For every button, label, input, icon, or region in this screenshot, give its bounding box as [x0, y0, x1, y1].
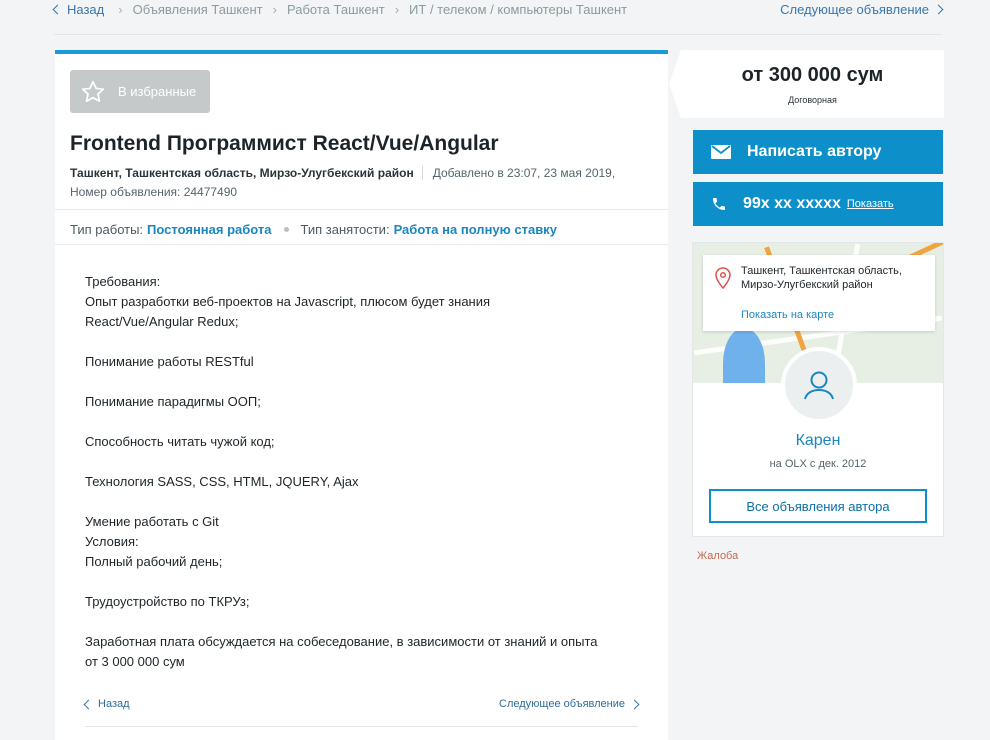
next-ad-label: Следующее объявление [499, 698, 625, 710]
divider [85, 726, 638, 727]
param-label-employment: Тип занятости: [300, 222, 390, 237]
description-line: Умение работать с Git [85, 514, 219, 529]
envelope-icon [711, 145, 731, 159]
next-ad-label: Следующее объявление [780, 1, 929, 17]
chevron-right-icon [933, 4, 944, 14]
description-line [85, 372, 645, 392]
description-line: от 3 000 000 сум [85, 654, 185, 669]
map-address: Ташкент, Ташкентская область, Мирзо-Улуг… [741, 265, 902, 291]
chevron-left-icon [52, 4, 63, 14]
phone-number: 99x xx xxxxx [743, 195, 841, 212]
map-water [723, 328, 765, 383]
favorite-button[interactable]: В избранные [70, 70, 210, 113]
chevron-right-icon [629, 699, 640, 709]
description-line [85, 332, 645, 352]
breadcrumb-item-work[interactable]: Работа Ташкент [287, 2, 385, 17]
description-line: Понимание работы RESTful [85, 354, 254, 369]
user-name[interactable]: Карен [693, 432, 943, 450]
description-line: Заработная плата обсуждается на собеседо… [85, 634, 598, 649]
price-note: Договорная [788, 95, 837, 105]
back-link-bottom[interactable]: Назад [83, 698, 130, 710]
chevron-left-icon [83, 699, 94, 709]
ad-description: Требования: Опыт разработки веб-проектов … [85, 272, 645, 672]
price: от 300 000 сум [741, 64, 884, 86]
next-ad-link-bottom[interactable]: Следующее объявление [499, 698, 640, 710]
map-pin-icon [715, 267, 731, 289]
ad-card: В избранные Frontend Программист React/V… [55, 50, 668, 740]
description-line: Способность читать чужой код; [85, 434, 275, 449]
description-line: Трудоустройство по ТКРУз; [85, 594, 250, 609]
ad-number: Номер объявления: 24477490 [70, 185, 238, 199]
next-ad-link-top[interactable]: Следующее объявление [780, 0, 944, 18]
show-phone-link[interactable]: Показать [847, 198, 894, 210]
write-author-button[interactable]: Написать автору [693, 130, 943, 174]
description-line [85, 612, 645, 632]
breadcrumb-back-label: Назад [67, 1, 105, 17]
divider [55, 209, 668, 210]
description-line: Условия: [85, 534, 139, 549]
description-line [85, 492, 645, 512]
show-on-map-link[interactable]: Показать на карте [741, 309, 834, 321]
description-line: Полный рабочий день; [85, 554, 223, 569]
dot-separator [283, 227, 289, 232]
divider [54, 34, 942, 35]
description-line [85, 412, 645, 432]
back-label: Назад [98, 698, 130, 710]
description-line: Опыт разработки веб-проектов на Javascri… [85, 294, 491, 309]
star-icon [81, 80, 105, 102]
ad-location[interactable]: Ташкент, Ташкентская область, Мирзо-Улуг… [70, 166, 414, 180]
description-line: Требования: [85, 274, 161, 289]
complaint-link[interactable]: Жалоба [697, 550, 738, 562]
phone-button[interactable]: 99x xx xxxxx Показать [693, 182, 943, 226]
breadcrumb: Назад › Объявления Ташкент › Работа Ташк… [52, 0, 627, 18]
ad-meta: Ташкент, Ташкентская область, Мирзо-Улуг… [70, 164, 616, 202]
user-icon [804, 371, 834, 400]
breadcrumb-item-ads[interactable]: Объявления Ташкент [133, 2, 263, 17]
param-value-work-type[interactable]: Постоянная работа [147, 222, 271, 237]
description-line [85, 452, 645, 472]
breadcrumb-separator-icon: › [272, 1, 277, 17]
param-label-work-type: Тип работы: [70, 222, 144, 237]
map-popup: Ташкент, Ташкентская область, Мирзо-Улуг… [703, 255, 935, 331]
write-author-label: Написать автору [747, 143, 882, 160]
description-line: React/Vue/Angular Redux; [85, 314, 239, 329]
ad-added-date: Добавлено в 23:07, 23 мая 2019, [421, 166, 616, 180]
breadcrumb-separator-icon: › [394, 1, 400, 17]
user-box: Ташкент, Ташкентская область, Мирзо-Улуг… [692, 242, 944, 537]
price-notch [669, 50, 681, 118]
divider [55, 244, 668, 245]
breadcrumb-item-it[interactable]: ИТ / телеком / компьютеры Ташкент [409, 2, 627, 17]
breadcrumb-back-link[interactable]: Назад [52, 1, 105, 17]
phone-icon [713, 198, 725, 210]
bottom-nav: Назад Следующее объявление [83, 698, 640, 710]
user-since: на OLX с дек. 2012 [769, 458, 867, 470]
param-value-employment[interactable]: Работа на полную ставку [394, 222, 557, 237]
avatar[interactable] [781, 347, 857, 423]
breadcrumb-separator-icon: › [118, 1, 123, 17]
description-line [85, 572, 645, 592]
favorite-label: В избранные [118, 84, 197, 99]
all-ads-button[interactable]: Все объявления автора [709, 489, 927, 523]
description-line: Технология SASS, CSS, HTML, JQUERY, Ajax [85, 474, 359, 489]
ad-title: Frontend Программист React/Vue/Angular [70, 132, 499, 155]
ad-params: Тип работы: Постоянная работа Тип занято… [70, 222, 557, 237]
description-line: Понимание парадигмы ООП; [85, 394, 261, 409]
